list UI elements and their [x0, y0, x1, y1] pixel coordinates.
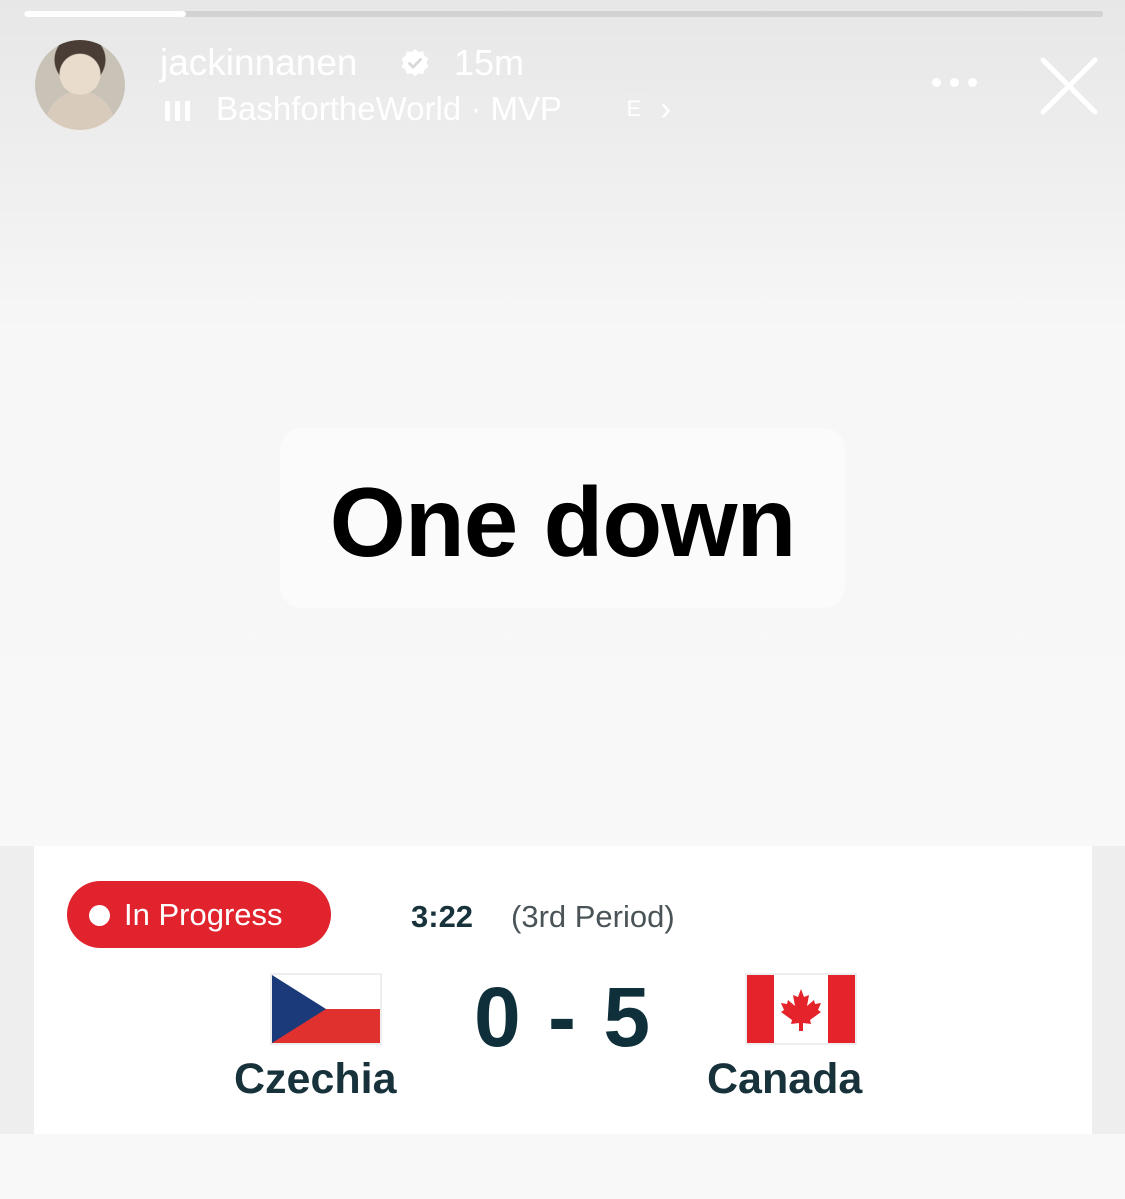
home-team-name: Czechia: [234, 1055, 397, 1103]
story-progress-bar: [24, 11, 1103, 17]
score: 0 - 5: [473, 970, 653, 1064]
music-artist: BashfortheWorld: [216, 90, 462, 127]
status-label: In Progress: [124, 897, 283, 932]
username[interactable]: jackinnanen: [160, 40, 357, 86]
story-progress-fill: [24, 11, 186, 17]
music-track: MVP: [490, 90, 563, 127]
czechia-flag-icon: [272, 975, 380, 1043]
explicit-badge: E: [617, 93, 651, 125]
post-time: 15m: [454, 42, 525, 83]
music-track-link[interactable]: BashfortheWorld · MVP: [216, 86, 562, 132]
card-edge-left: [0, 846, 34, 1134]
away-team-name: Canada: [707, 1055, 863, 1103]
music-bars-icon: [165, 97, 195, 121]
game-clock: 3:22: [411, 899, 474, 934]
more-options-icon[interactable]: [930, 78, 980, 94]
game-period: (3rd Period): [511, 899, 675, 934]
avatar[interactable]: [35, 40, 125, 130]
live-dot-icon: [89, 905, 110, 926]
canada-flag-icon: [747, 975, 855, 1043]
story-caption: One down: [329, 467, 797, 577]
verified-badge-icon: [401, 49, 429, 77]
chevron-right-icon[interactable]: ›: [660, 86, 671, 132]
music-separator: ·: [470, 90, 482, 127]
card-edge-right: [1092, 846, 1125, 1134]
close-icon[interactable]: [1038, 55, 1100, 117]
